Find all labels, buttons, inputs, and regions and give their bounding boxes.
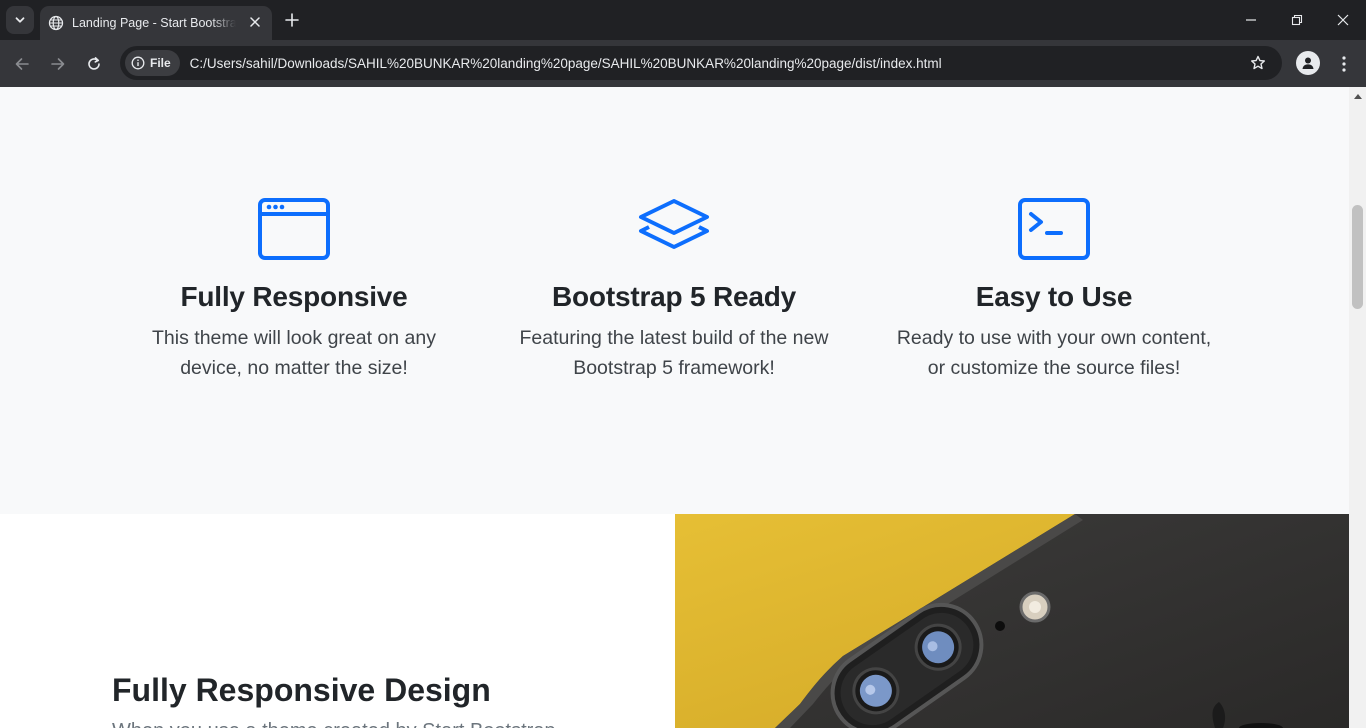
feature-description-line: or customize the source files! (927, 357, 1181, 379)
feature-description-line: device, no matter the size! (180, 357, 408, 379)
terminal-icon (1016, 197, 1092, 261)
feature-description-line: Ready to use with your own content, (896, 327, 1212, 349)
feature-bootstrap-ready: Bootstrap 5 Ready Featuring the latest b… (509, 197, 839, 383)
showcase-title: Fully Responsive Design (112, 672, 491, 708)
window-icon (256, 197, 332, 261)
feature-title: Easy to Use (975, 281, 1133, 312)
site-chip-label: File (150, 56, 171, 70)
address-bar[interactable]: File C:/Users/sahil/Downloads/SAHIL%20BU… (120, 46, 1282, 80)
close-window-button[interactable] (1320, 0, 1366, 40)
more-vertical-icon (1342, 56, 1346, 72)
reload-icon (88, 57, 100, 70)
url-text[interactable]: C:/Users/sahil/Downloads/SAHIL%20BUNKAR%… (190, 56, 942, 71)
close-icon (1337, 14, 1349, 26)
reload-button[interactable] (80, 50, 108, 78)
active-tab[interactable]: Landing Page - Start Bootstrap Theme (40, 6, 272, 40)
feature-title: Bootstrap 5 Ready (552, 281, 796, 312)
back-button[interactable] (8, 50, 36, 78)
minimize-icon (1246, 19, 1256, 21)
feature-description: This theme will look great on any device… (129, 323, 459, 383)
feature-description: Ready to use with your own content, or c… (889, 323, 1219, 383)
restore-icon (1291, 14, 1303, 26)
close-tab-icon[interactable] (246, 13, 264, 31)
forward-button[interactable] (44, 50, 72, 78)
browser-toolbar: File C:/Users/sahil/Downloads/SAHIL%20BU… (0, 40, 1366, 87)
tab-search-button[interactable] (6, 6, 34, 34)
features-section: Fully Responsive This theme will look gr… (0, 87, 1349, 514)
star-icon (1251, 55, 1265, 70)
arrow-up-icon (1353, 93, 1362, 99)
plus-icon (285, 13, 299, 27)
tab-strip: Landing Page - Start Bootstrap Theme (0, 0, 1366, 40)
profile-button[interactable] (1296, 51, 1320, 75)
showcase-phone-image (675, 514, 1349, 728)
browser-menu-button[interactable] (1332, 50, 1356, 78)
person-icon (1302, 57, 1314, 69)
layers-icon (636, 197, 712, 261)
site-info-chip[interactable]: File (125, 50, 180, 76)
feature-description-line: Bootstrap 5 framework! (573, 357, 775, 379)
scroll-up-arrow[interactable] (1349, 87, 1366, 104)
new-tab-button[interactable] (280, 8, 304, 32)
arrow-right-icon (51, 58, 65, 70)
page-viewport: Fully Responsive This theme will look gr… (0, 87, 1349, 728)
feature-easy-to-use: Easy to Use Ready to use with your own c… (889, 197, 1219, 383)
feature-fully-responsive: Fully Responsive This theme will look gr… (129, 197, 459, 383)
showcase-text-panel: Fully Responsive Design When you use a t… (0, 514, 675, 728)
feature-title: Fully Responsive (180, 281, 408, 312)
globe-icon (48, 15, 64, 31)
restore-button[interactable] (1274, 0, 1320, 40)
showcase-subtitle: When you use a theme created by Start Bo… (112, 720, 561, 728)
chevron-down-icon (15, 17, 25, 23)
feature-description-line: Featuring the latest build of the new (519, 327, 829, 349)
feature-description: Featuring the latest build of the new Bo… (509, 323, 839, 383)
tab-title: Landing Page - Start Bootstrap Theme (72, 16, 236, 30)
bookmark-button[interactable] (1248, 53, 1268, 73)
arrow-left-icon (15, 58, 29, 70)
scrollbar-thumb[interactable] (1352, 204, 1363, 309)
page-scrollbar[interactable] (1349, 87, 1366, 728)
feature-description-line: This theme will look great on any (152, 327, 436, 349)
minimize-button[interactable] (1228, 0, 1274, 40)
info-icon (131, 56, 145, 70)
